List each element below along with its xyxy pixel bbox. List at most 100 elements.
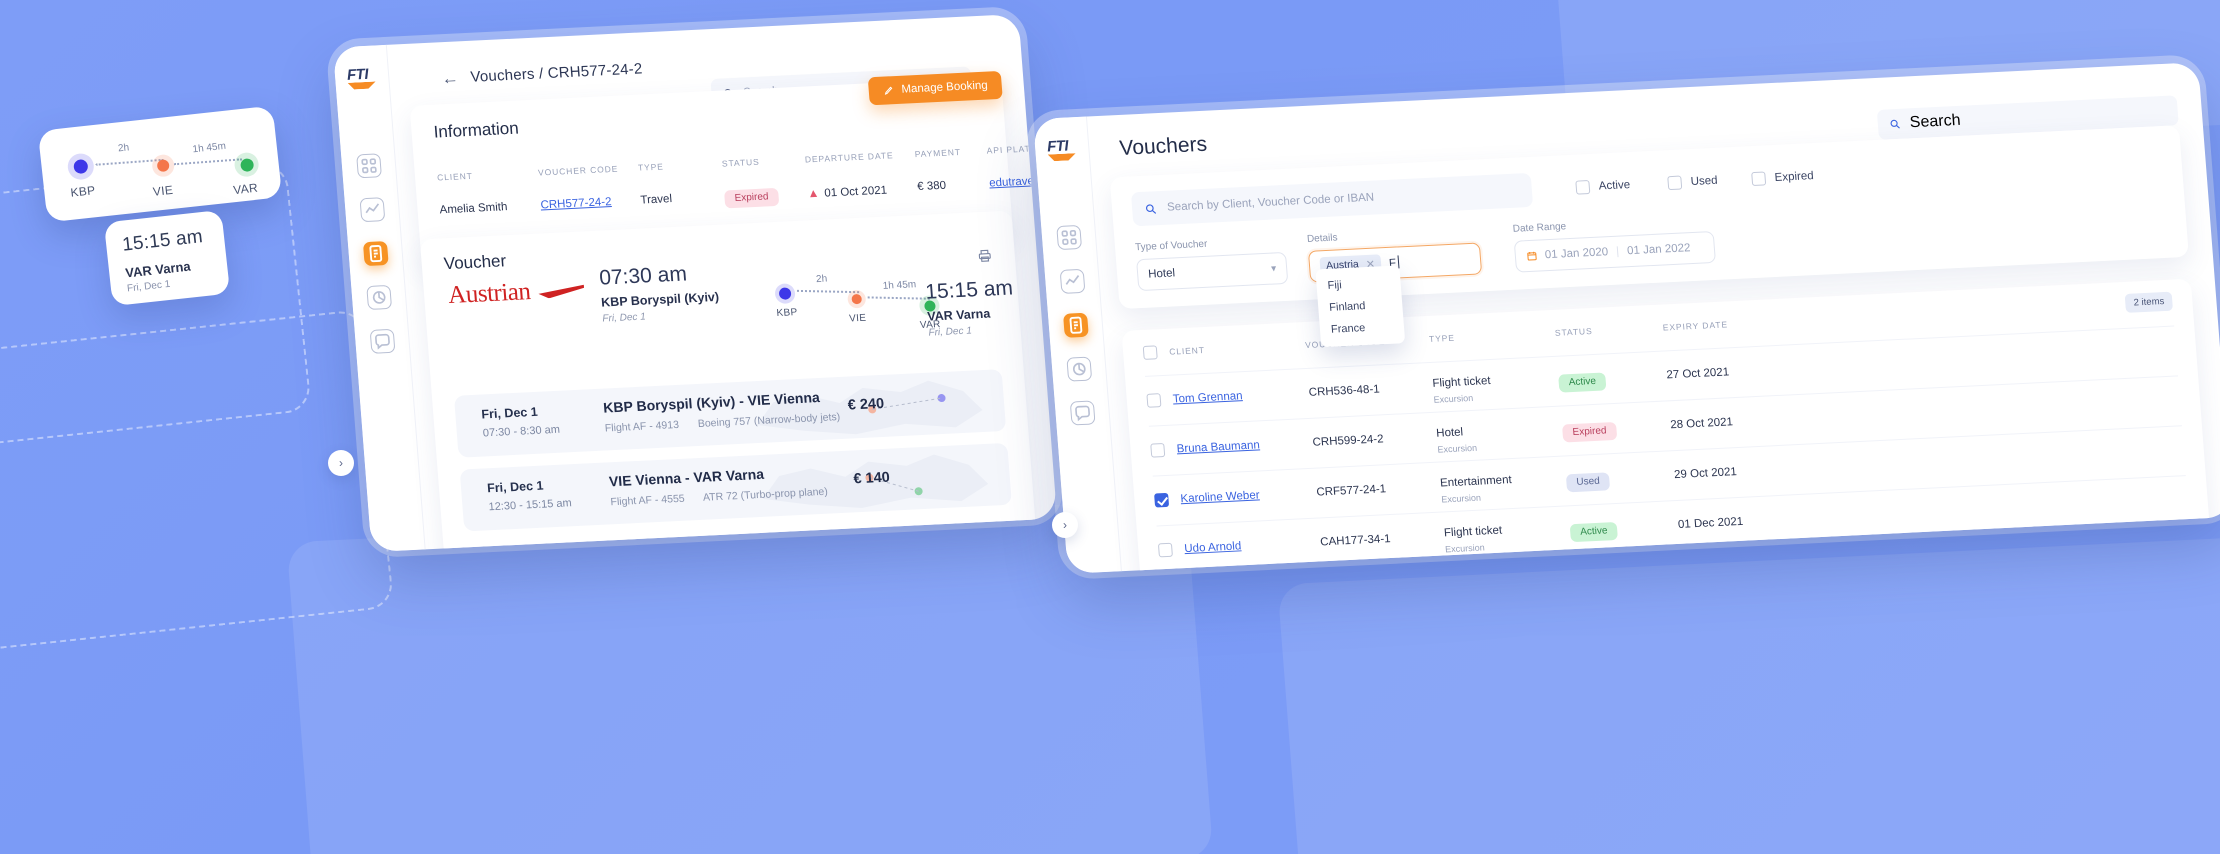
sidebar-item-dashboard[interactable] <box>356 153 382 179</box>
app-logo-text: FTI <box>346 65 369 84</box>
field-type: TYPE Travel <box>638 161 673 206</box>
breadcrumb-text: Vouchers / CRH577-24-2 <box>469 60 644 86</box>
row-type-main: Flight ticket <box>1443 524 1503 540</box>
departure-place: KBP Boryspil (Kyiv) <box>600 289 720 310</box>
sidebar-item-vouchers[interactable] <box>362 241 389 267</box>
right-sidebar-item-reports[interactable] <box>1066 356 1093 382</box>
sidebar-item-reports[interactable] <box>366 284 393 310</box>
arrival-endpoint: 15:15 am VAR Varna Fri, Dec 1 <box>925 277 1017 339</box>
row-status: Active <box>1569 520 1619 543</box>
row-status: Expired <box>1561 420 1618 443</box>
header-type: TYPE <box>1428 332 1456 344</box>
leg-flight-number: Flight AF - 4913 <box>604 418 680 435</box>
sidebar-item-chat[interactable] <box>369 328 396 354</box>
filters-panel: Search by Client, Voucher Code or IBAN A… <box>1109 125 2189 348</box>
voucher-segment-label-1: 2h <box>815 273 828 286</box>
sidebar-item-analytics[interactable] <box>359 197 386 223</box>
header-status: STATUS <box>1554 326 1593 338</box>
type-of-voucher-select[interactable]: Hotel ▾ <box>1136 251 1289 292</box>
manage-booking-button[interactable]: Manage Booking <box>867 70 1003 106</box>
details-option-france[interactable]: France <box>1319 315 1405 341</box>
leg-date: Fri, Dec 1 <box>486 478 544 496</box>
row-client[interactable]: Karoline Weber <box>1180 489 1260 505</box>
row-checkbox[interactable] <box>1146 393 1162 408</box>
select-all-checkbox[interactable] <box>1142 345 1158 360</box>
row-checkbox[interactable] <box>1157 542 1173 558</box>
bg-dashed-shape-2 <box>0 308 395 652</box>
mini-route-card: KBP VIE VAR 2h 1h 45m <box>37 105 283 223</box>
row-status-badge: Used <box>1573 571 1619 574</box>
right-window: FTI Vouchers Search Search by Client, Vo… <box>1032 62 2220 574</box>
type-of-voucher-label: Type of Voucher <box>1134 238 1208 254</box>
right-sidebar-item-chat[interactable] <box>1069 400 1096 426</box>
checkbox-expired-box[interactable] <box>1751 171 1767 187</box>
checkbox-expired[interactable]: Expired <box>1751 169 1814 187</box>
row-client[interactable]: Udo Arnold <box>1184 540 1242 555</box>
kbp-label: KBP <box>69 183 97 200</box>
date-range-input[interactable]: 01 Jan 2020 | 01 Jan 2022 <box>1513 230 1717 273</box>
row-type-main: Hotel <box>1435 426 1464 440</box>
departure-time: 07:30 am <box>598 262 688 290</box>
row-status-badge: Expired <box>1561 421 1618 443</box>
voucher-kbp-label: KBP <box>776 307 798 320</box>
row-type-main: Entertainment <box>1439 474 1513 490</box>
row-expiry: 03 Dec 2021 <box>1681 565 1748 574</box>
print-button[interactable] <box>976 247 994 269</box>
row-checkbox[interactable] <box>1150 443 1166 458</box>
row-status: Active <box>1558 370 1607 393</box>
main-window: FTI ← Vouchers / CRH577-24-2 Information… <box>332 13 1058 553</box>
row-expiry: 28 Oct 2021 <box>1669 416 1734 432</box>
row-client[interactable]: Tom Grennan <box>1172 390 1243 405</box>
row-client[interactable]: Bruna Baumann <box>1176 439 1260 455</box>
row-status-badge: Active <box>1558 372 1607 393</box>
row-voucher-code: CRH599-24-2 <box>1312 433 1384 449</box>
printer-icon <box>978 249 991 262</box>
field-client: CLIENT Amelia Smith <box>437 169 508 217</box>
checkbox-used[interactable]: Used <box>1667 174 1719 191</box>
field-payment-value: € 380 <box>916 179 947 194</box>
leg-date: Fri, Dec 1 <box>480 404 539 422</box>
back-arrow-icon[interactable]: ← <box>441 68 459 88</box>
field-payment-label: PAYMENT <box>914 146 962 160</box>
edit-icon <box>884 86 893 95</box>
flight-leg-row[interactable]: Fri, Dec 1 07:30 - 8:30 am KBP Boryspil … <box>453 369 1007 458</box>
field-client-value: Amelia Smith <box>439 201 508 217</box>
checkbox-active-box[interactable] <box>1575 180 1591 195</box>
flight-leg-row[interactable]: Fri, Dec 1 12:30 - 15:15 am VIE Vienna -… <box>459 442 1012 532</box>
field-voucher-code-value[interactable]: CRH577-24-2 <box>540 196 621 211</box>
leg-time: 12:30 - 15:15 am <box>488 497 573 514</box>
row-type-sub: Excursion <box>1437 442 1478 455</box>
row-checkbox[interactable] <box>1154 492 1170 508</box>
row-type: Flight ticket Excursion <box>1447 570 1508 573</box>
leg-flight-number: Flight AF - 4555 <box>610 492 686 509</box>
airline-chevron-icon <box>538 285 585 299</box>
right-sidebar-item-vouchers[interactable] <box>1063 312 1089 338</box>
details-dropdown[interactable]: Fiji Finland France <box>1315 265 1406 348</box>
date-range-field: Date Range 01 Jan 2020 | 01 Jan 2022 <box>1512 214 1717 273</box>
status-badge: Expired <box>723 187 780 209</box>
checkbox-used-box[interactable] <box>1667 175 1683 191</box>
breadcrumb: ← Vouchers / CRH577-24-2 <box>441 60 644 88</box>
checkbox-used-label: Used <box>1690 174 1719 189</box>
right-sidebar-item-dashboard[interactable] <box>1056 224 1083 251</box>
leg-time: 07:30 - 8:30 am <box>482 423 561 440</box>
row-type-main: Flight ticket <box>1432 375 1492 390</box>
leg-price: € 240 <box>847 395 885 414</box>
right-next-button[interactable]: › <box>1052 512 1078 538</box>
right-sidebar-item-analytics[interactable] <box>1059 268 1086 294</box>
main-next-button[interactable]: › <box>328 450 354 476</box>
checkbox-active-label: Active <box>1598 179 1631 193</box>
vie-label: VIE <box>152 182 174 199</box>
row-type: Flight ticket Excursion <box>1443 521 1504 555</box>
items-count-badge: 2 items <box>2124 291 2174 313</box>
arrival-time: 15:15 am <box>924 276 1014 304</box>
screenshot-root: KBP VIE VAR 2h 1h 45m 15:15 am VAR Varna… <box>0 0 2220 854</box>
filter-search-input[interactable]: Search by Client, Voucher Code or IBAN <box>1130 172 1534 227</box>
row-type-sub: Excursion <box>1433 392 1474 405</box>
mini-time-value: 15:15 am <box>121 226 204 256</box>
var-label: VAR <box>232 180 259 198</box>
checkbox-active[interactable]: Active <box>1575 178 1631 195</box>
leg-price: € 140 <box>852 469 891 488</box>
right-search-placeholder: Search <box>1909 111 1962 132</box>
date-range-to: 01 Jan 2022 <box>1626 242 1691 258</box>
